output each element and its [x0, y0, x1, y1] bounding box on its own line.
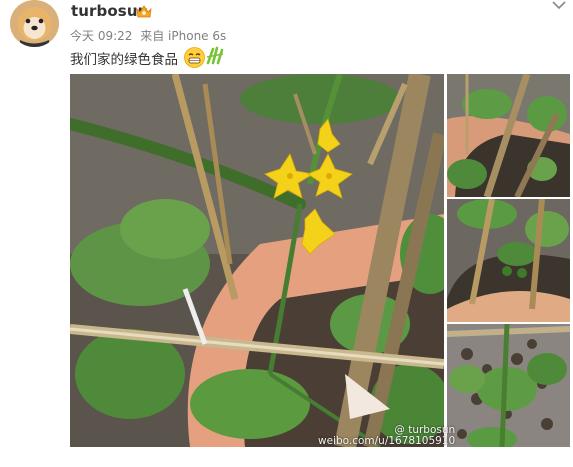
- post-time[interactable]: 今天 09:22: [70, 29, 132, 43]
- watermark: @ turbosun weibo.com/u/1678105910: [318, 425, 455, 447]
- post-photo-main[interactable]: [70, 74, 444, 447]
- post-text: 我们家的绿色食品: [70, 52, 178, 68]
- avatar[interactable]: [10, 0, 59, 47]
- post-meta: 今天 09:22 来自 iPhone 6s: [70, 27, 230, 44]
- post-photo-4[interactable]: [447, 324, 570, 447]
- grin-emoji: [184, 47, 205, 68]
- cheer-emoji: [206, 46, 224, 65]
- post-photo-3[interactable]: [447, 199, 570, 322]
- post-photo-2[interactable]: [447, 74, 570, 197]
- watermark-url: weibo.com/u/1678105910: [318, 435, 456, 447]
- post-source[interactable]: 来自 iPhone 6s: [140, 29, 226, 43]
- vip-crown-icon[interactable]: [136, 5, 152, 18]
- chevron-down-icon[interactable]: [551, 0, 567, 10]
